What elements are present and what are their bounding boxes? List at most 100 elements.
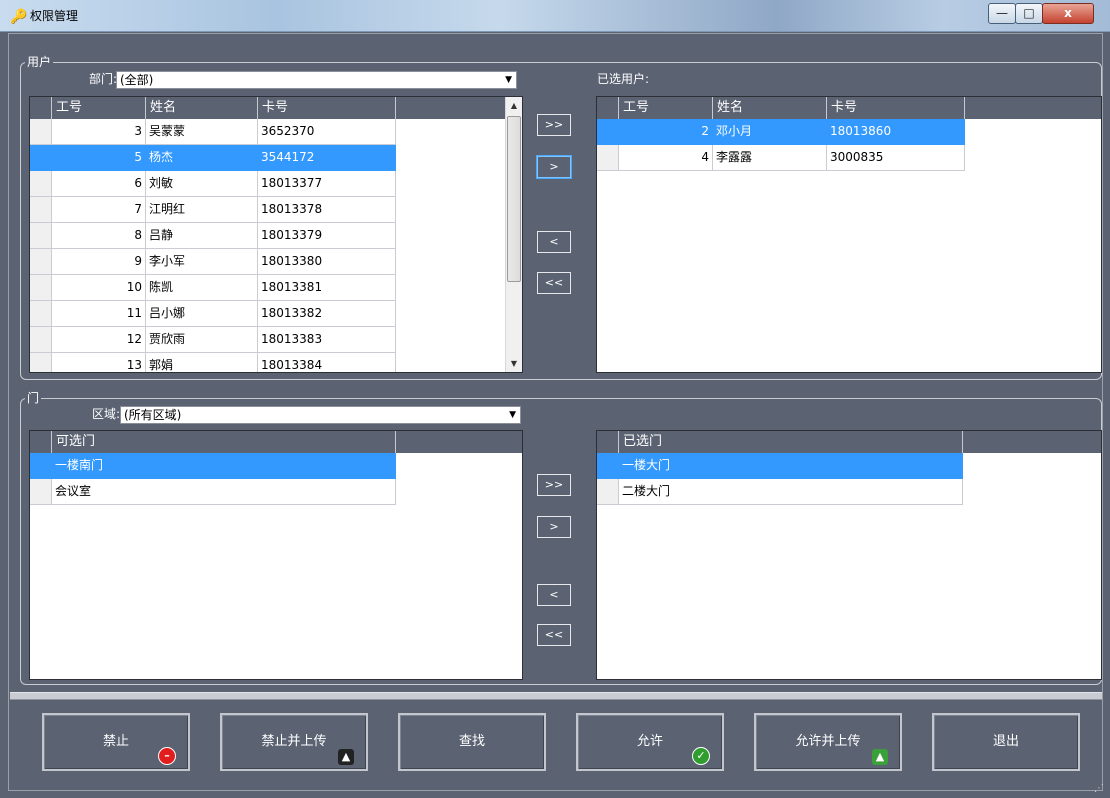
grid-header-indicator [597, 431, 619, 453]
selected-users-grid[interactable]: 工号 姓名 卡号 2 邓小月 18013860 4 李露露 3000835 [596, 96, 1102, 373]
allow-button[interactable]: 允许 ✓ [576, 713, 724, 771]
column-header-selected-doors[interactable]: 已选门 [619, 431, 963, 453]
column-header-name[interactable]: 姓名 [146, 97, 258, 119]
table-row[interactable]: 2 邓小月 18013860 [597, 119, 1101, 145]
cell-id: 7 [52, 197, 146, 223]
search-button-label: 查找 [458, 734, 485, 749]
table-row[interactable]: 11 吕小娜 18013382 [30, 301, 522, 327]
cell-id: 11 [52, 301, 146, 327]
row-indicator[interactable] [30, 301, 52, 327]
allow-button-label: 允许 [636, 734, 663, 749]
row-indicator[interactable] [30, 223, 52, 249]
cell-name: 邓小月 [713, 119, 827, 145]
selected-doors-grid[interactable]: 已选门 一楼大门 二楼大门 [596, 430, 1102, 680]
dropdown-arrow-icon: ▼ [505, 75, 512, 85]
cell-card: 18013379 [258, 223, 396, 249]
forbid-button[interactable]: 禁止 – [42, 713, 190, 771]
cell-card: 3544172 [258, 145, 396, 171]
grid-header: 工号 姓名 卡号 [597, 97, 1101, 119]
table-row[interactable]: 4 李露露 3000835 [597, 145, 1101, 171]
exit-button[interactable]: 退出 [932, 713, 1080, 771]
cell-card: 18013378 [258, 197, 396, 223]
list-item[interactable]: 二楼大门 [597, 479, 1101, 505]
row-indicator[interactable] [597, 453, 619, 479]
allow-and-upload-button[interactable]: 允许并上传 ▲ [754, 713, 902, 771]
available-doors-grid[interactable]: 可选门 一楼南门 会议室 [29, 430, 523, 680]
row-indicator[interactable] [597, 145, 619, 171]
users-group-legend: 用户 [25, 55, 54, 69]
list-item[interactable]: 一楼大门 [597, 453, 1101, 479]
column-header-available-doors[interactable]: 可选门 [52, 431, 396, 453]
cell-name: 吴蒙蒙 [146, 119, 258, 145]
cell-name: 郭娟 [146, 353, 258, 372]
cell-name: 李露露 [713, 145, 827, 171]
area-label: 区域: [92, 407, 121, 421]
table-row[interactable]: 6 刘敏 18013377 [30, 171, 522, 197]
remove-user-button[interactable]: < [537, 231, 571, 253]
cell-name: 刘敏 [146, 171, 258, 197]
row-indicator[interactable] [30, 479, 52, 505]
resize-grip-icon[interactable]: ⋰ [1094, 784, 1104, 794]
remove-all-users-button[interactable]: << [537, 272, 571, 294]
remove-all-doors-button[interactable]: << [537, 624, 571, 646]
add-all-users-button[interactable]: >> [537, 114, 571, 136]
row-indicator[interactable] [30, 249, 52, 275]
scroll-thumb[interactable] [507, 116, 521, 282]
list-item[interactable]: 一楼南门 [30, 453, 522, 479]
grid-header: 工号 姓名 卡号 [30, 97, 522, 119]
row-indicator[interactable] [30, 453, 52, 479]
row-indicator[interactable] [30, 119, 52, 145]
row-indicator[interactable] [30, 353, 52, 372]
search-button[interactable]: 查找 [398, 713, 546, 771]
table-row[interactable]: 8 吕静 18013379 [30, 223, 522, 249]
column-header-card[interactable]: 卡号 [827, 97, 965, 119]
table-row[interactable]: 5 杨杰 3544172 [30, 145, 522, 171]
table-row[interactable]: 10 陈凯 18013381 [30, 275, 522, 301]
forbid-and-upload-button[interactable]: 禁止并上传 ▲ [220, 713, 368, 771]
cell-id: 8 [52, 223, 146, 249]
department-combo-value: (全部) [120, 73, 154, 87]
cell-card: 18013860 [827, 119, 965, 145]
list-item[interactable]: 会议室 [30, 479, 522, 505]
add-door-button[interactable]: > [537, 516, 571, 538]
cell-door-name: 二楼大门 [619, 479, 963, 505]
close-button[interactable]: x [1042, 3, 1094, 24]
selected-users-label: 已选用户: [597, 72, 650, 86]
row-indicator[interactable] [597, 479, 619, 505]
row-indicator[interactable] [597, 119, 619, 145]
maximize-icon: □ [1023, 6, 1035, 20]
table-row[interactable]: 12 贾欣雨 18013383 [30, 327, 522, 353]
add-all-doors-button[interactable]: >> [537, 474, 571, 496]
cell-name: 陈凯 [146, 275, 258, 301]
row-indicator[interactable] [30, 145, 52, 171]
cell-card: 18013382 [258, 301, 396, 327]
key-icon: 🔑 [10, 9, 28, 25]
row-indicator[interactable] [30, 171, 52, 197]
table-row[interactable]: 13 郭娟 18013384 [30, 353, 522, 372]
scroll-down-icon[interactable]: ▼ [506, 355, 522, 372]
add-user-button[interactable]: > [536, 155, 572, 179]
table-row[interactable]: 9 李小军 18013380 [30, 249, 522, 275]
minimize-button[interactable]: — [988, 3, 1016, 24]
cell-name: 吕静 [146, 223, 258, 249]
scroll-up-icon[interactable]: ▲ [506, 97, 522, 114]
cell-card: 18013377 [258, 171, 396, 197]
allow-and-upload-label: 允许并上传 [795, 734, 861, 749]
maximize-button[interactable]: □ [1015, 3, 1043, 24]
table-row[interactable]: 7 江明红 18013378 [30, 197, 522, 223]
close-icon: x [1064, 6, 1072, 20]
area-combo[interactable]: (所有区域) ▼ [120, 406, 521, 424]
available-users-grid[interactable]: 工号 姓名 卡号 3 吴蒙蒙 3652370 5 杨杰 3544172 6 刘敏 1801337… [29, 96, 523, 373]
column-header-card[interactable]: 卡号 [258, 97, 396, 119]
remove-door-button[interactable]: < [537, 584, 571, 606]
table-row[interactable]: 3 吴蒙蒙 3652370 [30, 119, 522, 145]
column-header-id[interactable]: 工号 [619, 97, 713, 119]
department-combo[interactable]: (全部) ▼ [116, 71, 517, 89]
row-indicator[interactable] [30, 275, 52, 301]
column-header-id[interactable]: 工号 [52, 97, 146, 119]
title-bar: 🔑 权限管理 — □ x [0, 0, 1110, 32]
row-indicator[interactable] [30, 197, 52, 223]
row-indicator[interactable] [30, 327, 52, 353]
vertical-scrollbar[interactable]: ▲ ▼ [505, 97, 522, 372]
column-header-name[interactable]: 姓名 [713, 97, 827, 119]
